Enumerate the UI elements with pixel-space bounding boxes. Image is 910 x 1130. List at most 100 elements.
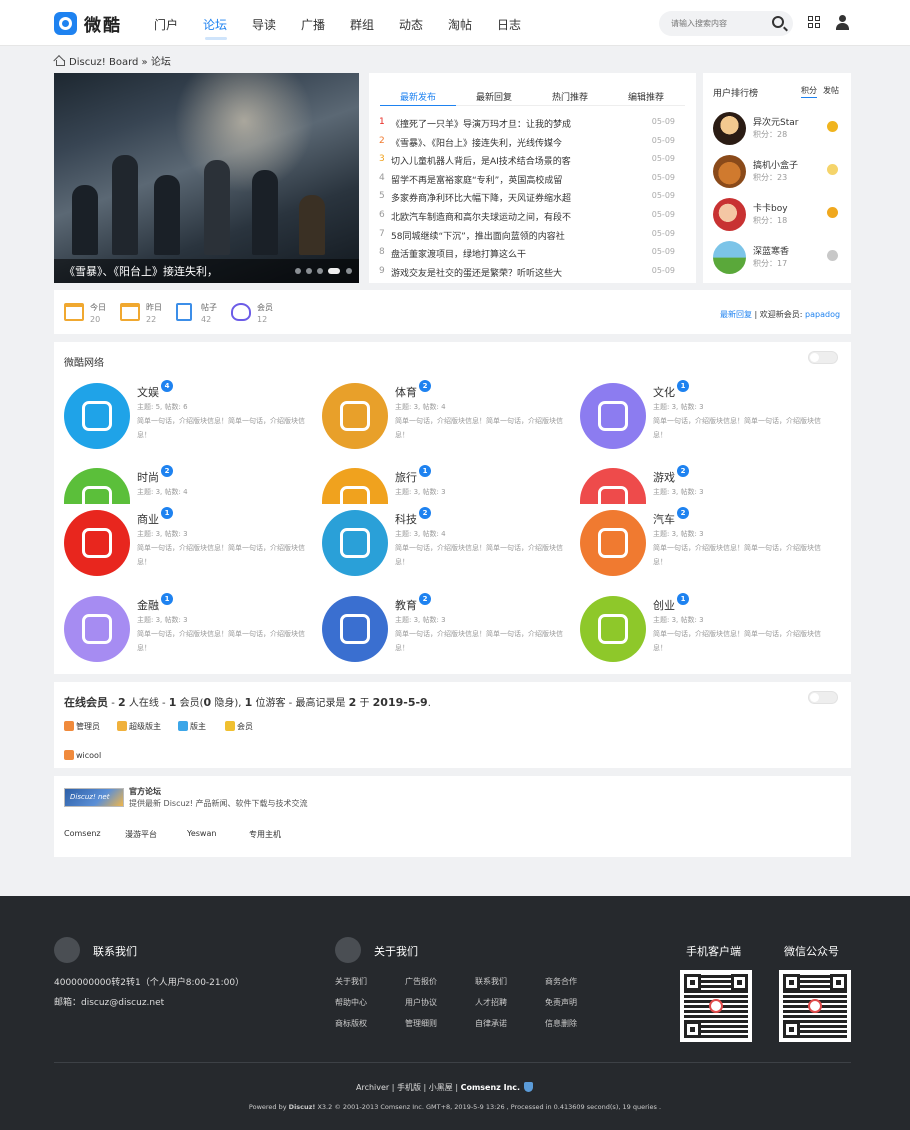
news-item[interactable]: 3 切入儿童机器人背后，是AI技术结合场景的客 05-09 — [379, 154, 685, 168]
friend-link[interactable]: Comsenz — [64, 829, 101, 838]
footer-link[interactable]: 商标版权 — [335, 1018, 367, 1029]
news-title[interactable]: 北欧汽车制造商和高尔夫球运动之间，有段不 — [391, 210, 601, 223]
ranking-tab-posts[interactable]: 发帖 — [823, 85, 839, 96]
friend-link[interactable]: 专用主机 — [249, 829, 281, 840]
forum-name[interactable]: 商业 — [137, 511, 159, 527]
forum-name[interactable]: 创业 — [653, 597, 675, 613]
tab-hot[interactable]: 热门推荐 — [532, 90, 608, 103]
featured-slider-image[interactable]: 《雪暴》、《阳台上》接连失利， — [54, 73, 359, 283]
rank-user-name[interactable]: 深蓝寒香 — [753, 244, 789, 257]
home-icon[interactable] — [54, 55, 65, 66]
footer-link[interactable]: 帮助中心 — [335, 997, 367, 1008]
new-member-link[interactable]: papadog — [805, 310, 840, 319]
blacklist-link[interactable]: 小黑屋 — [429, 1083, 453, 1092]
news-title[interactable]: 多家券商净利环比大幅下降，天风证券缩水超 — [391, 191, 601, 204]
friend-link[interactable]: 漫游平台 — [125, 829, 157, 840]
company-link[interactable]: Comsenz Inc. — [461, 1083, 520, 1092]
avatar[interactable] — [713, 198, 746, 231]
forum-icon[interactable] — [322, 596, 388, 662]
footer-link[interactable]: 关于我们 — [335, 976, 367, 987]
nav-groups[interactable]: 群组 — [342, 16, 382, 33]
news-item[interactable]: 9 游戏交友是社交的蛋还是繁荣？听听这些大 05-09 — [379, 266, 685, 280]
rank-user-name[interactable]: 卡卡boy — [753, 201, 788, 214]
mobile-link[interactable]: 手机版 — [397, 1083, 421, 1092]
tab-latest-posts[interactable]: 最新发布 — [380, 90, 456, 103]
footer-link[interactable]: 免责声明 — [545, 997, 577, 1008]
news-item[interactable]: 7 58同城继续“下沉”，推出面向蓝领的内容社 05-09 — [379, 229, 685, 243]
news-item[interactable]: 8 盘活董家渡项目，绿地打算这么干 05-09 — [379, 247, 685, 261]
breadcrumb-current[interactable]: 论坛 — [151, 57, 171, 68]
footer-link[interactable]: 人才招聘 — [475, 997, 507, 1008]
news-title[interactable]: 盘活董家渡项目，绿地打算这么干 — [391, 247, 601, 260]
news-title[interactable]: 《撞死了一只羊》导演万玛才旦：让我的梦成 — [391, 117, 601, 130]
forum-icon[interactable] — [64, 510, 130, 576]
forum-icon[interactable] — [64, 596, 130, 662]
collapse-toggle[interactable] — [808, 691, 838, 704]
nav-collections[interactable]: 淘帖 — [440, 16, 480, 33]
tab-latest-replies[interactable]: 最新回复 — [456, 90, 532, 103]
news-title[interactable]: 切入儿童机器人背后，是AI技术结合场景的客 — [391, 154, 601, 167]
mobile-qr-code[interactable] — [680, 970, 752, 1042]
news-title[interactable]: 留学不再是富裕家庭“专利”，英国高校成留 — [391, 173, 601, 186]
forum-name[interactable]: 教育 — [395, 597, 417, 613]
forum-name[interactable]: 金融 — [137, 597, 159, 613]
forum-icon[interactable] — [580, 510, 646, 576]
online-user[interactable]: wicool — [64, 750, 101, 761]
breadcrumb-root[interactable]: Discuz! Board — [69, 57, 138, 68]
footer-link[interactable]: 联系我们 — [475, 976, 507, 987]
discuz-logo[interactable]: Discuz! net — [64, 788, 124, 807]
search-input[interactable] — [671, 16, 761, 31]
forum-name[interactable]: 文化 — [653, 384, 675, 400]
wechat-qr-code[interactable] — [779, 970, 851, 1042]
nav-guide[interactable]: 导读 — [244, 16, 284, 33]
news-item[interactable]: 1 《撞死了一只羊》导演万玛才旦：让我的梦成 05-09 — [379, 117, 685, 131]
tab-editor-picks[interactable]: 编辑推荐 — [608, 90, 684, 103]
avatar[interactable] — [713, 241, 746, 274]
ranking-tab-points[interactable]: 积分 — [801, 85, 817, 96]
slider-dot-active[interactable] — [328, 268, 340, 274]
forum-icon[interactable] — [580, 383, 646, 449]
security-shield-icon[interactable] — [524, 1082, 534, 1092]
official-forum-title[interactable]: 官方论坛 — [129, 786, 161, 797]
forum-icon[interactable] — [580, 596, 646, 662]
slider-dot[interactable] — [346, 268, 352, 274]
friend-link[interactable]: Yeswan — [187, 829, 216, 838]
rank-user-name[interactable]: 搞机小盒子 — [753, 158, 798, 171]
latest-reply-link[interactable]: 最新回复 — [720, 310, 752, 319]
user-icon[interactable] — [836, 15, 849, 30]
slider-dot[interactable] — [306, 268, 312, 274]
discuz-link[interactable]: Discuz! — [289, 1103, 316, 1111]
footer-link[interactable]: 商务合作 — [545, 976, 577, 987]
forum-name[interactable]: 科技 — [395, 511, 417, 527]
avatar[interactable] — [713, 112, 746, 145]
collapse-toggle[interactable] — [808, 351, 838, 364]
footer-link[interactable]: 自律承诺 — [475, 1018, 507, 1029]
archiver-link[interactable]: Archiver — [356, 1083, 389, 1092]
slider-caption[interactable]: 《雪暴》、《阳台上》接连失利， — [54, 259, 359, 283]
logo-icon[interactable] — [54, 12, 77, 35]
search-icon[interactable] — [772, 16, 784, 28]
news-title[interactable]: 《雪暴》、《阳台上》接连失利，光线传媒今 — [391, 136, 601, 149]
logo-text[interactable]: 微酷 — [84, 11, 122, 36]
slider-dot[interactable] — [317, 268, 323, 274]
news-title[interactable]: 游戏交友是社交的蛋还是繁荣？听听这些大 — [391, 266, 601, 279]
news-item[interactable]: 5 多家券商净利环比大幅下降，天风证券缩水超 05-09 — [379, 191, 685, 205]
news-title[interactable]: 58同城继续“下沉”，推出面向蓝领的内容社 — [391, 229, 601, 242]
forum-name[interactable]: 游戏 — [653, 469, 675, 485]
nav-activity[interactable]: 动态 — [391, 16, 431, 33]
slider-dot[interactable] — [295, 268, 301, 274]
avatar[interactable] — [713, 155, 746, 188]
news-item[interactable]: 2 《雪暴》、《阳台上》接连失利，光线传媒今 05-09 — [379, 136, 685, 150]
footer-link[interactable]: 用户协议 — [405, 997, 437, 1008]
nav-forum[interactable]: 论坛 — [195, 16, 235, 33]
news-item[interactable]: 6 北欧汽车制造商和高尔夫球运动之间，有段不 05-09 — [379, 210, 685, 224]
nav-portal[interactable]: 门户 — [146, 16, 186, 33]
forum-name[interactable]: 汽车 — [653, 511, 675, 527]
news-item[interactable]: 4 留学不再是富裕家庭“专利”，英国高校成留 05-09 — [379, 173, 685, 187]
nav-blog[interactable]: 日志 — [489, 16, 529, 33]
nav-broadcast[interactable]: 广播 — [293, 16, 333, 33]
footer-link[interactable]: 广告报价 — [405, 976, 437, 987]
forum-name[interactable]: 文娱 — [137, 384, 159, 400]
rank-user-name[interactable]: 异次元Star — [753, 115, 798, 128]
forum-icon[interactable] — [322, 510, 388, 576]
